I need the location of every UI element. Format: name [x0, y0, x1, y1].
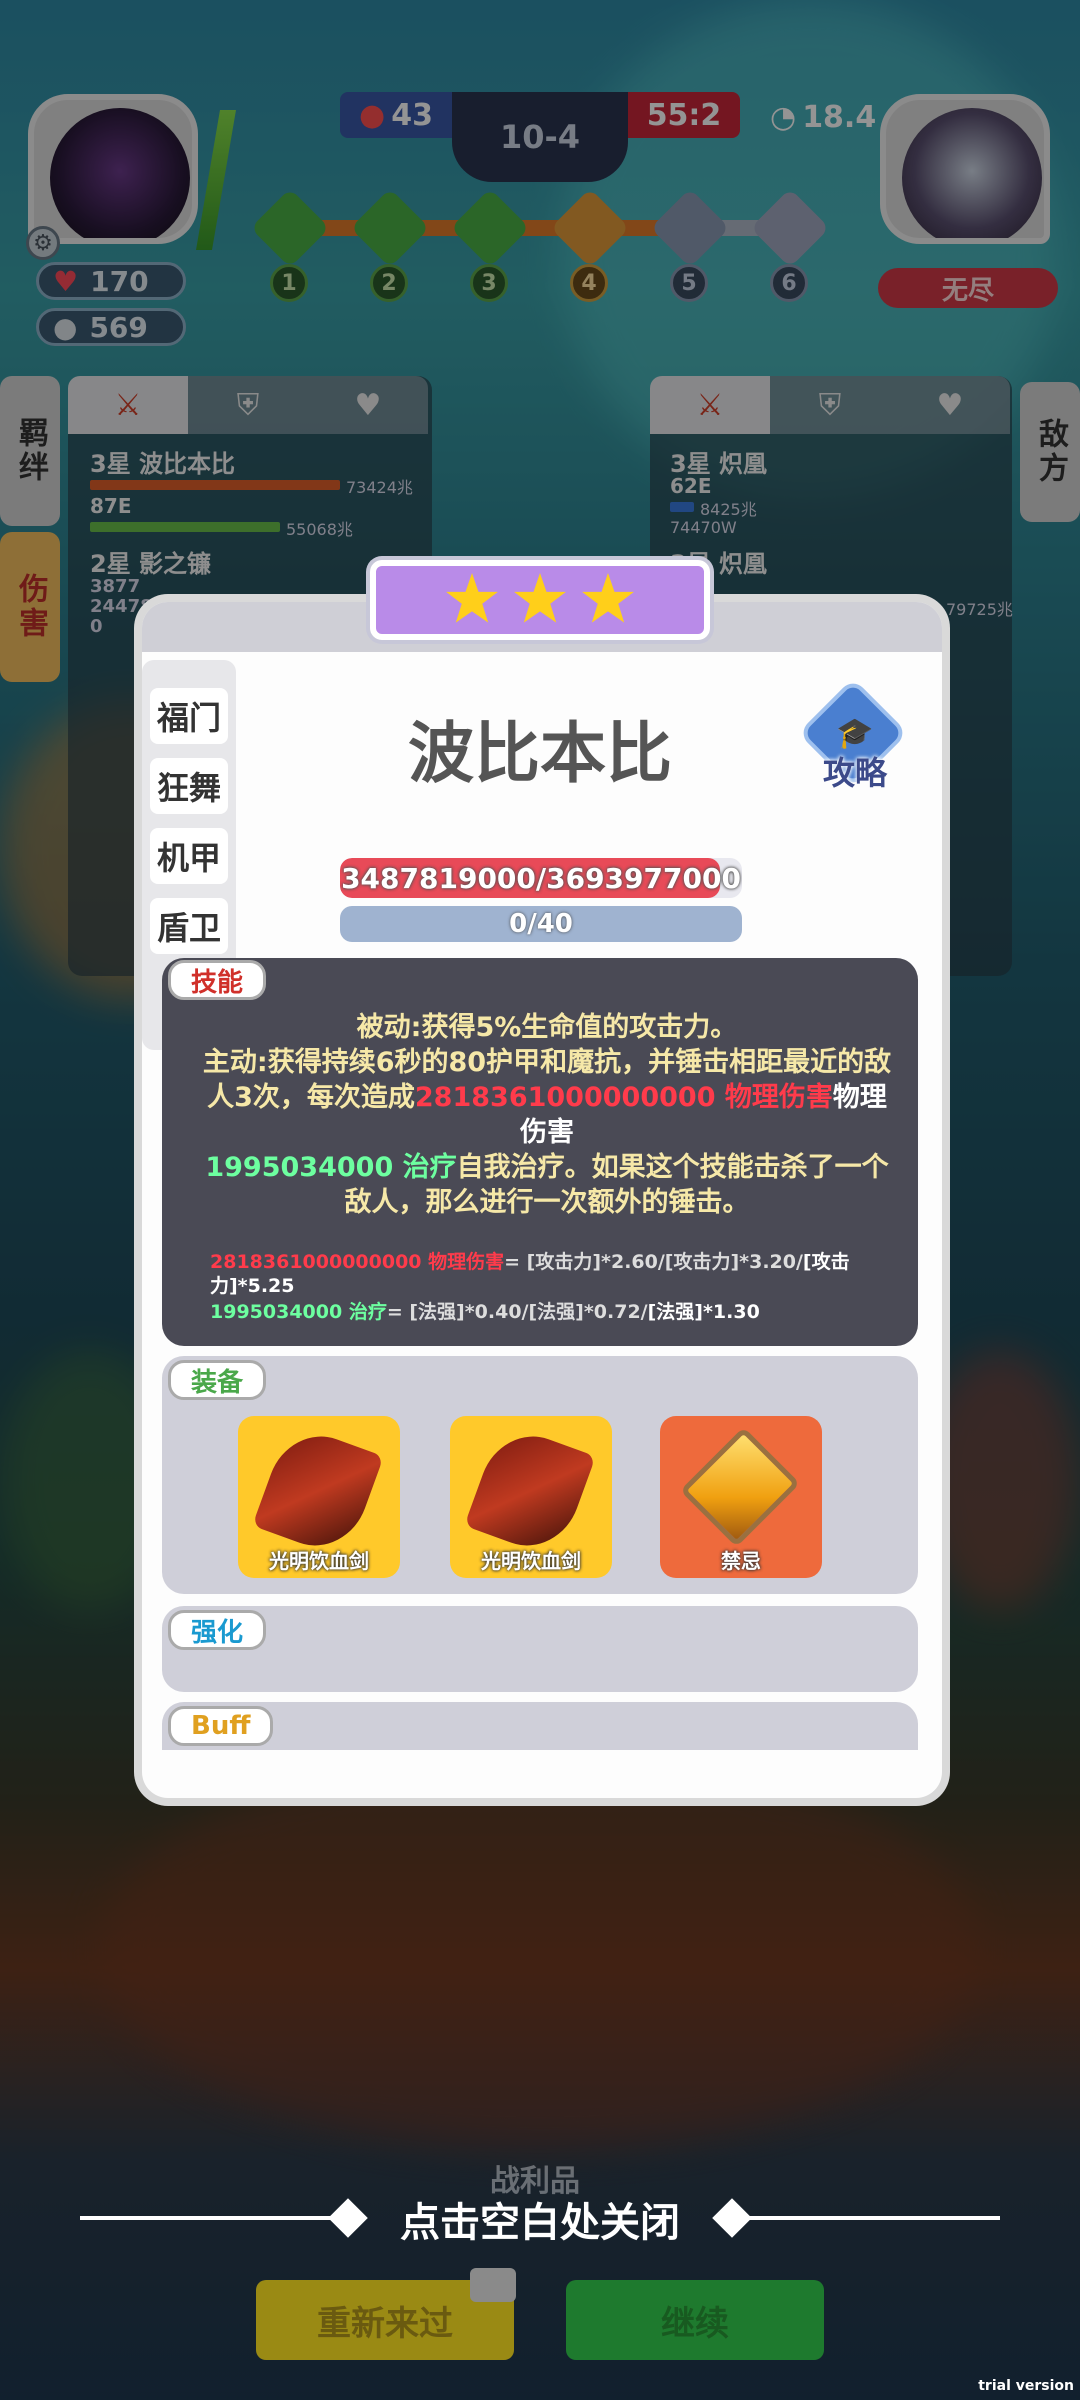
retry-button[interactable]: 重新来过	[256, 2268, 516, 2360]
formula-damage: 2818361000000000 物理伤害	[210, 1251, 505, 1273]
trait-item[interactable]: 机甲	[150, 828, 228, 884]
skill-heal: 1995034000 治疗自我治疗。如果这个技能击杀了一个敌人，那么进行一次额外…	[202, 1150, 892, 1220]
formula-damage-expr: = [攻击力]*2.60/[攻击力]*3.20/	[504, 1251, 803, 1273]
skill-tag: 技能	[168, 960, 267, 1000]
close-hint-line-right	[740, 2216, 1000, 2220]
close-hint-line-left	[80, 2216, 340, 2220]
cap-glyph-icon: 🎓	[836, 716, 874, 751]
formula-heal: 1995034000 治疗	[210, 1301, 387, 1323]
heal-formula: 1995034000 治疗= [法强]*0.40/[法强]*0.72/[法强]*…	[210, 1300, 890, 1324]
trait-item[interactable]: 狂舞	[150, 758, 228, 814]
star-icon	[446, 573, 498, 623]
equipment-item[interactable]: 光明饮血剑	[450, 1416, 612, 1578]
hero-name: 波比本比	[408, 715, 672, 792]
star-banner	[370, 560, 710, 640]
skill-description: 被动:获得5%生命值的攻击力。 主动:获得持续6秒的80护甲和魔抗，并锤击相距最…	[202, 1010, 892, 1220]
gem-icon	[679, 1426, 801, 1548]
formula-heal-expr: = [法强]*0.40/[法强]*0.72/	[386, 1301, 648, 1323]
equipment-label: 禁忌	[721, 1549, 761, 1573]
trial-watermark: trial version	[978, 2378, 1074, 2394]
skill-heal-amount: 1995034000 治疗	[205, 1152, 457, 1183]
skill-active: 主动:获得持续6秒的80护甲和魔抗，并锤击相距最近的敌人3次，每次造成28183…	[202, 1045, 892, 1150]
mana-bar: 0/40	[340, 906, 742, 942]
equipment-item[interactable]: 光明饮血剑	[238, 1416, 400, 1578]
equipment-label: 光明饮血剑	[481, 1549, 581, 1573]
formula-heal-end: [法强]*1.30	[647, 1301, 760, 1323]
guide-button[interactable]: 🎓 攻略	[800, 683, 910, 798]
scythe-icon	[464, 1422, 596, 1560]
retry-label: 重新来过	[317, 2303, 453, 2344]
skill-section: 技能 被动:获得5%生命值的攻击力。 主动:获得持续6秒的80护甲和魔抗，并锤击…	[162, 958, 918, 1346]
buff-tag: Buff	[168, 1706, 274, 1746]
star-icon	[514, 573, 566, 623]
mana-text: 0/40	[509, 909, 573, 939]
strengthen-section: 强化	[162, 1606, 918, 1692]
loot-label: 战利品	[490, 2164, 580, 2199]
equipment-label: 光明饮血剑	[269, 1549, 369, 1573]
equipment-tag: 装备	[168, 1360, 267, 1400]
equipment-item[interactable]: 禁忌	[660, 1416, 822, 1578]
buff-section: Buff	[162, 1702, 918, 1750]
video-ad-icon	[470, 2268, 516, 2302]
trait-item[interactable]: 盾卫	[150, 898, 228, 954]
damage-formula: 2818361000000000 物理伤害= [攻击力]*2.60/[攻击力]*…	[210, 1250, 890, 1298]
guide-label: 攻略	[822, 754, 887, 792]
hp-bar: 3487819000/3693977000	[340, 858, 742, 898]
hp-text: 3487819000/3693977000	[341, 861, 741, 895]
star-icon	[582, 573, 634, 623]
strengthen-tag: 强化	[168, 1610, 267, 1650]
continue-label: 继续	[661, 2303, 729, 2344]
skill-passive: 被动:获得5%生命值的攻击力。	[356, 1012, 738, 1043]
trait-item[interactable]: 福门	[150, 688, 228, 744]
scythe-icon	[252, 1422, 384, 1560]
skill-damage: 2818361000000000 物理伤害	[414, 1082, 833, 1113]
continue-button[interactable]: 继续	[566, 2280, 824, 2360]
